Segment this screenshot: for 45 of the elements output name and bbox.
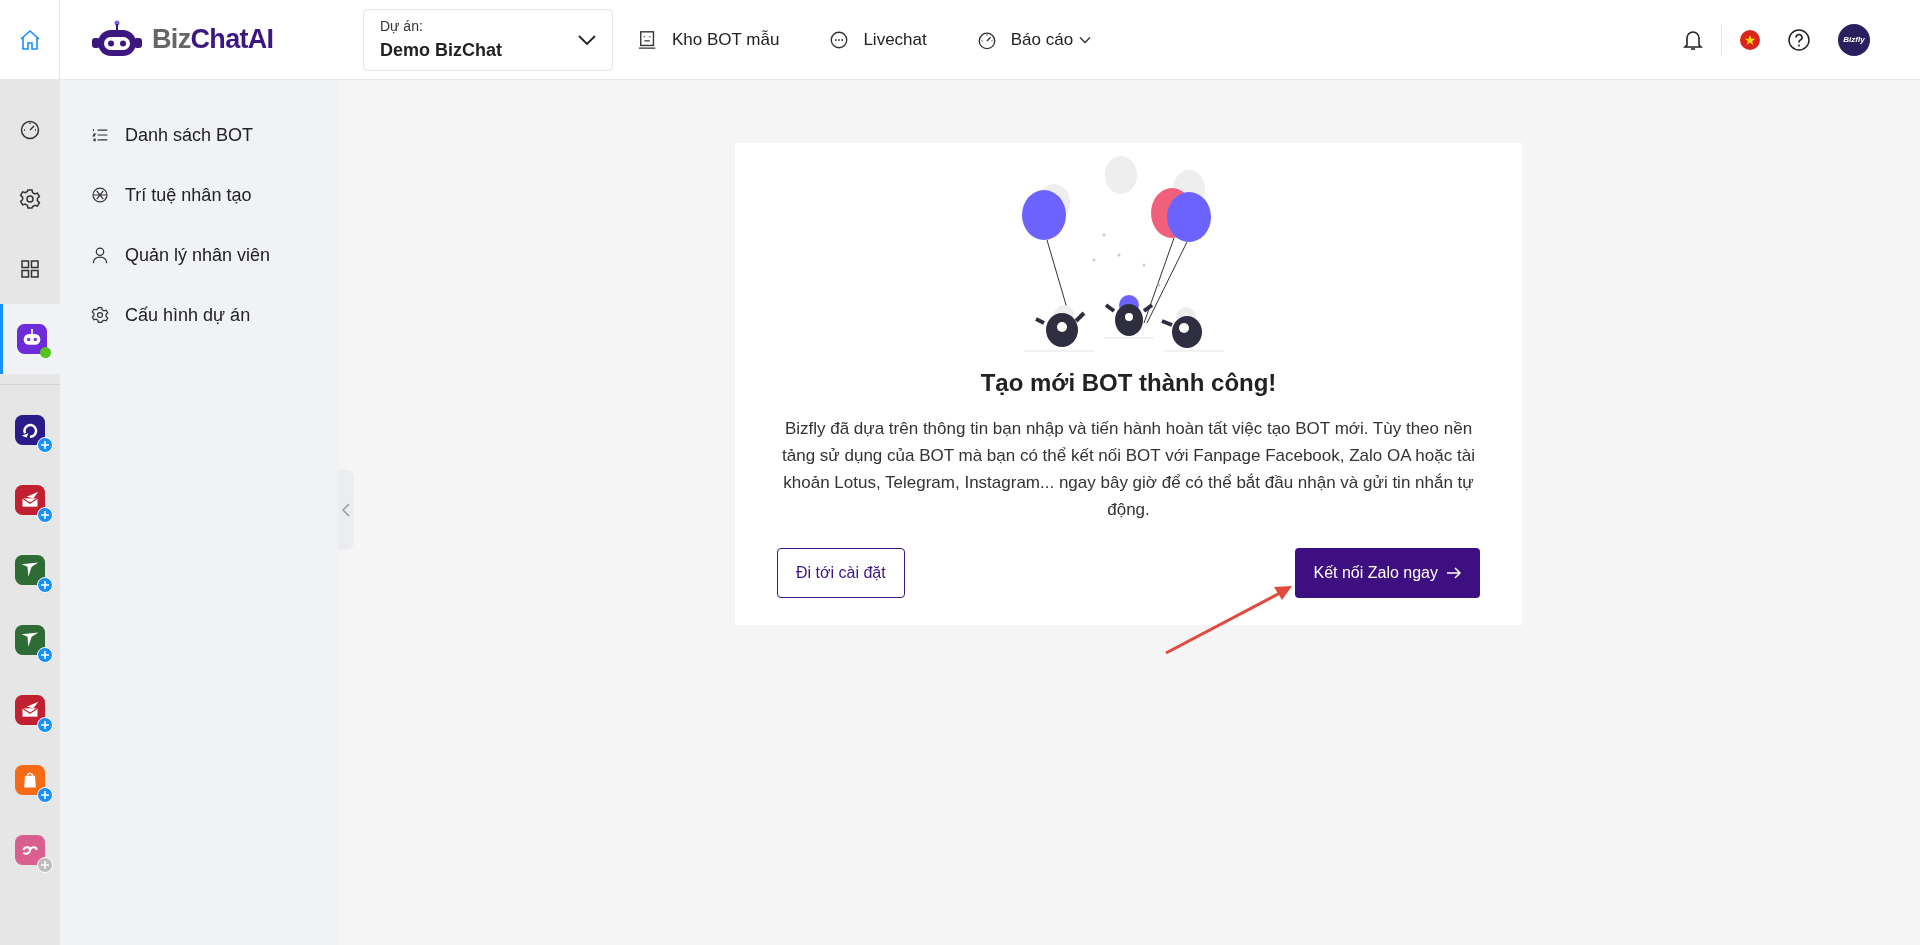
select-label: Dự án: xyxy=(380,16,424,36)
nav-link[interactable]: Livechat xyxy=(829,26,927,53)
project-select[interactable]: Dự án: Demo BizChat xyxy=(363,8,613,71)
add-badge-icon[interactable] xyxy=(37,437,53,453)
settings-icon[interactable] xyxy=(19,188,41,210)
card-title: Tạo mới BOT thành công! xyxy=(980,368,1277,398)
gauge-icon[interactable] xyxy=(19,118,41,140)
home-icon[interactable] xyxy=(18,28,41,51)
add-badge-icon[interactable] xyxy=(37,717,53,733)
user-icon xyxy=(91,246,109,264)
side-menu-item[interactable]: Danh sách BOT xyxy=(60,105,338,165)
chevron-down-icon xyxy=(578,33,596,46)
paper-plane-app-icon[interactable] xyxy=(15,555,45,585)
robot-app-icon[interactable] xyxy=(16,324,47,354)
add-badge-icon[interactable] xyxy=(37,577,53,593)
add-badge-icon[interactable] xyxy=(37,507,53,523)
chat-bubble-icon xyxy=(829,29,850,50)
grid-icon[interactable] xyxy=(19,258,41,280)
envelope-app-icon[interactable] xyxy=(15,695,45,725)
card-description: Bizfly đã dựa trên thông tin bạn nhập và tiến hành hoàn tất việc tạo BOT mới. Tùy theo nền tảng sử dụng của BOT mà bạn có thể kết nối BOT với Fanpage Facebook, Zalo OA hoặc tài khoản Lotus, Telegram, Instagram... ngay bây giờ để có thể bắt đầu nhận và gửi tin nhắn tự động. xyxy=(781,418,1476,521)
collapse-handle[interactable] xyxy=(338,470,354,550)
loop-arrow-app-icon[interactable] xyxy=(15,415,45,445)
numbered-list-icon xyxy=(91,126,109,144)
settings-icon xyxy=(91,306,109,324)
heart-app-icon[interactable] xyxy=(15,835,45,865)
arrow-right-icon xyxy=(1446,567,1462,579)
side-menu-item[interactable]: Quản lý nhân viên xyxy=(60,225,338,285)
notification-bell-icon[interactable] xyxy=(1683,28,1703,51)
paper-plane-app-icon[interactable] xyxy=(15,625,45,655)
select-value: Demo BizChat xyxy=(380,38,502,62)
shopping-bag-app-icon[interactable] xyxy=(15,765,45,795)
avatar[interactable]: Bizfly xyxy=(1838,23,1870,56)
robot-face-icon xyxy=(638,29,658,50)
flag-icon[interactable] xyxy=(1740,29,1760,50)
side-menu-item[interactable]: Trí tuệ nhân tạo xyxy=(60,165,338,225)
envelope-app-icon[interactable] xyxy=(15,485,45,515)
go-to-settings-button[interactable]: Đi tới cài đặt xyxy=(777,548,905,598)
connect-zalo-button[interactable]: Kết nối Zalo ngay xyxy=(1295,548,1480,598)
nav-link[interactable]: Kho BOT mẫu xyxy=(638,26,780,53)
chevron-left-icon xyxy=(342,503,350,517)
add-badge-icon[interactable] xyxy=(37,647,53,663)
nav-link[interactable]: Báo cáo xyxy=(976,26,1092,53)
help-icon[interactable] xyxy=(1788,28,1810,51)
side-menu-item[interactable]: Cấu hình dự án xyxy=(60,285,338,345)
logo-text: BizChatAI xyxy=(152,23,274,57)
